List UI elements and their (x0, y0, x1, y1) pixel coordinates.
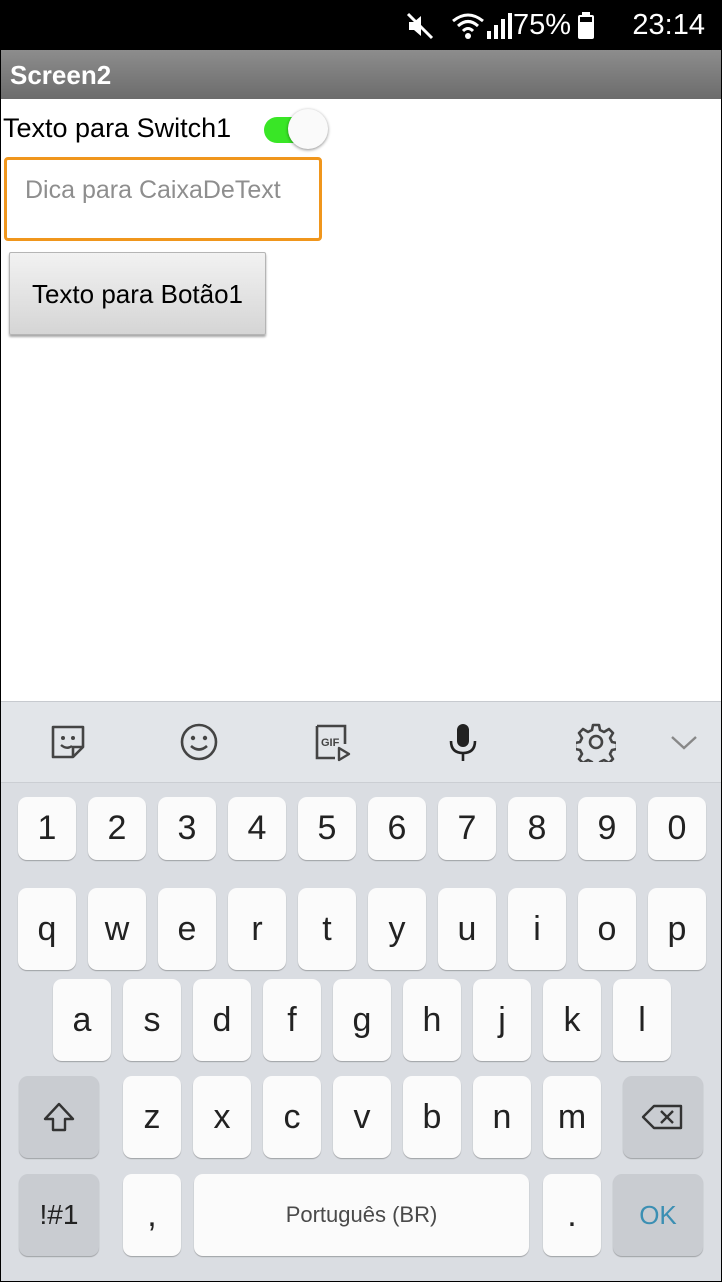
shift-icon (43, 1102, 75, 1132)
soft-keyboard: GIF 1 2 3 4 5 6 7 8 9 0 q w e r t y u i … (1, 701, 721, 1281)
key-i[interactable]: i (508, 888, 566, 970)
space-key[interactable]: Português (BR) (194, 1174, 529, 1256)
key-9[interactable]: 9 (578, 797, 636, 860)
signal-icon (485, 11, 515, 41)
key-b[interactable]: b (403, 1076, 461, 1158)
key-5[interactable]: 5 (298, 797, 356, 860)
shift-key[interactable] (19, 1076, 99, 1158)
key-1[interactable]: 1 (18, 797, 76, 860)
key-8[interactable]: 8 (508, 797, 566, 860)
key-2[interactable]: 2 (88, 797, 146, 860)
key-s[interactable]: s (123, 979, 181, 1061)
key-y[interactable]: y (368, 888, 426, 970)
key-e[interactable]: e (158, 888, 216, 970)
button-1[interactable]: Texto para Botão1 (9, 252, 266, 335)
key-k[interactable]: k (543, 979, 601, 1061)
chevron-down-icon[interactable] (664, 722, 704, 762)
key-d[interactable]: d (193, 979, 251, 1061)
key-n[interactable]: n (473, 1076, 531, 1158)
app-title-bar: Screen2 (1, 50, 721, 99)
key-z[interactable]: z (123, 1076, 181, 1158)
text-input[interactable]: Dica para CaixaDeText (4, 157, 322, 241)
text-input-placeholder: Dica para CaixaDeText (25, 176, 281, 204)
key-u[interactable]: u (438, 888, 496, 970)
key-j[interactable]: j (473, 979, 531, 1061)
key-7[interactable]: 7 (438, 797, 496, 860)
switch-row: Texto para Switch1 (1, 109, 341, 149)
phone-screen: 75% 23:14 Screen2 Texto para Switch1 Dic… (0, 0, 722, 1282)
key-0[interactable]: 0 (648, 797, 706, 860)
battery-icon (577, 12, 595, 39)
switch-knob (288, 109, 328, 149)
comma-key[interactable]: , (123, 1174, 181, 1256)
microphone-icon[interactable] (443, 722, 483, 762)
status-bar: 75% 23:14 (1, 1, 721, 50)
svg-text:GIF: GIF (321, 737, 340, 749)
period-key[interactable]: . (543, 1174, 601, 1256)
key-r[interactable]: r (228, 888, 286, 970)
ok-key[interactable]: OK (613, 1174, 703, 1256)
button-1-label: Texto para Botão1 (31, 279, 244, 309)
key-t[interactable]: t (298, 888, 356, 970)
key-4[interactable]: 4 (228, 797, 286, 860)
switch-label: Texto para Switch1 (3, 113, 232, 143)
clock: 23:14 (632, 9, 705, 41)
backspace-icon (641, 1104, 683, 1130)
key-a[interactable]: a (53, 979, 111, 1061)
key-x[interactable]: x (193, 1076, 251, 1158)
key-3[interactable]: 3 (158, 797, 216, 860)
key-6[interactable]: 6 (368, 797, 426, 860)
key-v[interactable]: v (333, 1076, 391, 1158)
sticker-icon[interactable] (48, 722, 88, 762)
key-q[interactable]: q (18, 888, 76, 970)
key-l[interactable]: l (613, 979, 671, 1061)
key-o[interactable]: o (578, 888, 636, 970)
gear-icon[interactable] (573, 722, 619, 769)
emoji-icon[interactable] (179, 722, 219, 762)
keyboard-toolbar: GIF (1, 702, 721, 783)
page-title: Screen2 (10, 60, 112, 90)
wifi-icon (451, 11, 485, 41)
key-c[interactable]: c (263, 1076, 321, 1158)
key-p[interactable]: p (648, 888, 706, 970)
symbols-key[interactable]: !#1 (19, 1174, 99, 1256)
key-w[interactable]: w (88, 888, 146, 970)
backspace-key[interactable] (623, 1076, 703, 1158)
key-g[interactable]: g (333, 979, 391, 1061)
mute-icon (405, 11, 435, 41)
key-h[interactable]: h (403, 979, 461, 1061)
gif-icon[interactable]: GIF (312, 722, 352, 762)
toggle-switch[interactable] (260, 109, 328, 151)
key-f[interactable]: f (263, 979, 321, 1061)
battery-percent: 75% (512, 9, 571, 41)
key-m[interactable]: m (543, 1076, 601, 1158)
